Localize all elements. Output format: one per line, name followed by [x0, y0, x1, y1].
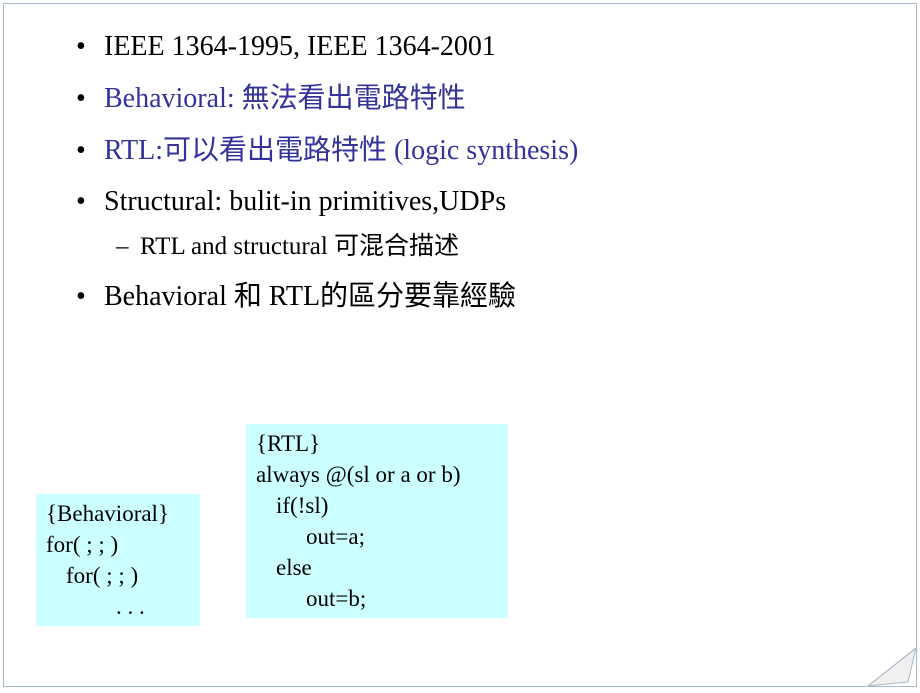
code-line: out=b;: [256, 583, 498, 614]
bullet-item-rtl: RTL:可以看出電路特性 (logic synthesis): [104, 132, 876, 170]
code-line: for( ; ; ): [46, 560, 190, 591]
bullet-item-behavioral: Behavioral: 無法看出電路特性: [104, 80, 876, 118]
slide-container: IEEE 1364-1995, IEEE 1364-2001 Behaviora…: [3, 3, 917, 687]
code-line: always @(sl or a or b): [256, 459, 498, 490]
bullet-item-experience: Behavioral 和 RTL的區分要靠經驗: [104, 278, 876, 316]
bullet-text: RTL:可以看出電路特性 (logic synthesis): [104, 135, 578, 166]
code-line: {RTL}: [256, 428, 498, 459]
bullet-text: Behavioral 和 RTL的區分要靠經驗: [104, 281, 516, 312]
sub-bullet-item: RTL and structural 可混合描述: [140, 231, 876, 264]
bullet-item-ieee: IEEE 1364-1995, IEEE 1364-2001: [104, 28, 876, 66]
code-line: {Behavioral}: [46, 498, 190, 529]
bullet-list: IEEE 1364-1995, IEEE 1364-2001 Behaviora…: [104, 28, 876, 315]
code-line: if(!sl): [256, 490, 498, 521]
code-box-behavioral: {Behavioral} for( ; ; ) for( ; ; ) . . .: [36, 494, 200, 626]
code-box-rtl: {RTL} always @(sl or a or b) if(!sl) out…: [246, 424, 508, 618]
sub-bullet-text: RTL and structural 可混合描述: [140, 233, 459, 260]
code-line: . . .: [46, 591, 190, 622]
code-line: for( ; ; ): [46, 529, 190, 560]
code-line: else: [256, 552, 498, 583]
bullet-text: Structural: bulit-in primitives,UDPs: [104, 186, 506, 217]
code-line: out=a;: [256, 521, 498, 552]
bullet-text: Behavioral: 無法看出電路特性: [104, 83, 466, 114]
page-curl-icon: [868, 648, 916, 686]
bullet-text: IEEE 1364-1995, IEEE 1364-2001: [104, 31, 496, 62]
bullet-item-structural: Structural: bulit-in primitives,UDPs RTL…: [104, 183, 876, 263]
